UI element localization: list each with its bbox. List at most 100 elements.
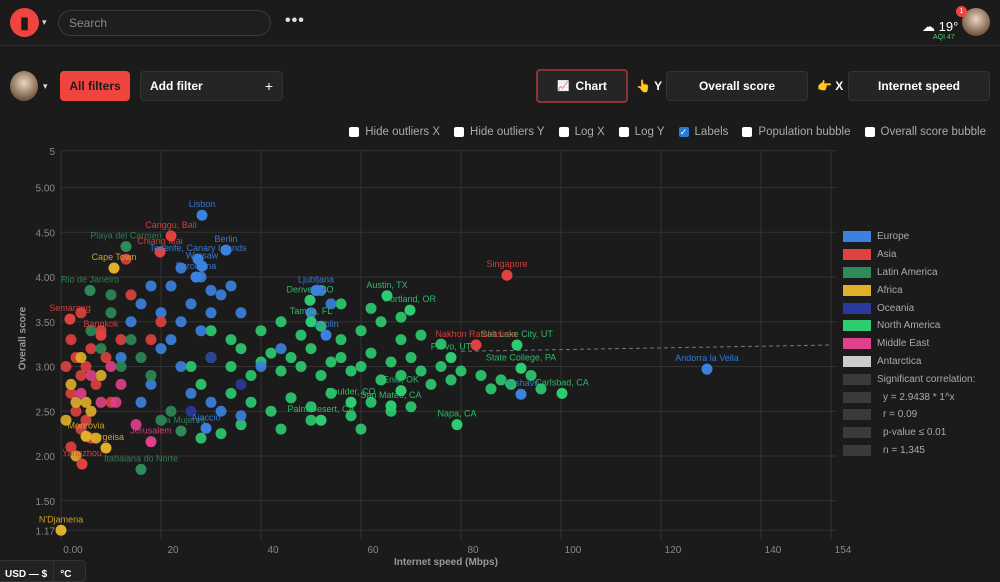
point-label: Ajaccio [191,412,220,422]
data-point [115,334,127,346]
point-label: Berlin [214,234,237,244]
data-point [100,442,112,454]
point-label: Andorra la Vella [675,353,739,363]
data-point [145,369,157,381]
weather-temperature[interactable]: ☁ 19° [922,19,958,35]
legend-item-oceania[interactable]: Oceania [843,299,975,317]
legend-item-north-america[interactable]: North America [843,317,975,335]
y-axis-select[interactable]: Overall score [666,71,808,101]
data-point [235,410,247,422]
all-filters-button[interactable]: All filters [60,71,130,101]
option-log-x[interactable]: Log X [558,126,605,138]
data-point [75,387,87,399]
y-tick-label: 4.50 [36,228,56,239]
option-hide-outliers-x[interactable]: Hide outliers X [349,126,440,138]
data-point [225,361,237,372]
legend-item-middle-east[interactable]: Middle East [843,335,975,353]
chevron-down-icon[interactable]: ▾ [42,17,47,28]
add-filter-button[interactable]: Add filter + [140,71,283,101]
data-point [196,209,208,221]
legend-item-asia[interactable]: Asia [843,246,975,264]
data-point [205,307,217,319]
data-point [275,423,287,435]
legend-swatch [843,409,871,421]
data-point [95,396,107,408]
point-label: Canggu, Bali [145,220,197,230]
logo-icon[interactable]: ▮ [10,8,39,37]
data-point [345,365,357,377]
legend-item-latin-america[interactable]: Latin America [843,264,975,282]
legend-label: Oceania [877,302,915,314]
data-point [245,369,257,381]
data-point [85,343,97,355]
data-point [310,284,322,296]
legend-swatch [843,355,871,367]
legend-item-antarctica[interactable]: Antarctica [843,353,975,371]
data-point [295,329,307,341]
data-point [115,361,127,372]
x-tick-label: 20 [167,545,179,556]
option-labels[interactable]: ✓ Labels [678,126,728,138]
checkbox[interactable] [454,127,465,137]
option-overall-score-bubble[interactable]: Overall score bubble [864,126,986,138]
y-tick-label: 5 [49,147,55,158]
checkbox[interactable]: ✓ [678,127,689,137]
legend-label: Middle East [877,338,930,350]
correlation-text: p-value ≤ 0.01 [883,427,947,439]
data-point [108,262,120,274]
data-point [355,325,367,337]
legend-item-africa[interactable]: Africa [843,281,975,299]
data-point [255,325,267,337]
chart-icon: 📈 [557,80,570,92]
data-point [95,343,107,355]
data-point [305,316,317,328]
legend-swatch [843,373,871,385]
point-label: Provo, UT [431,342,472,352]
legend-swatch [843,284,871,296]
data-point [195,325,207,337]
data-point [265,347,277,359]
chart-button[interactable]: 📈 Chart [536,69,628,103]
checkbox[interactable] [618,127,629,137]
correlation-stat: r = 0.09 [843,406,975,424]
data-point [215,428,227,440]
data-point [255,361,267,372]
correlation-stat: y = 2.9438 * 1^x [843,388,975,406]
point-label: N'Djamena [39,514,83,524]
data-point [320,329,332,341]
data-point [175,361,187,372]
option-log-y[interactable]: Log Y [618,126,665,138]
checkbox[interactable] [742,127,753,137]
data-point [125,316,137,328]
data-point [105,307,117,319]
checkbox[interactable] [864,127,875,137]
chevron-down-icon[interactable]: ▾ [43,81,48,92]
data-point [195,432,207,444]
data-point [285,352,297,364]
profile-avatar[interactable] [10,71,38,101]
data-point [315,414,327,426]
temperature-unit-button[interactable]: °C [54,561,77,581]
legend-item-europe[interactable]: Europe [843,228,975,246]
notification-badge[interactable]: 1 [956,6,967,17]
data-point [451,419,463,431]
option-population-bubble[interactable]: Population bubble [742,126,851,138]
search-input[interactable] [58,10,271,36]
y-label: Y [654,79,663,93]
point-label: Hargeisa [88,432,124,442]
legend-swatch [843,427,871,439]
data-point [205,284,217,296]
data-point [65,334,77,346]
checkbox[interactable] [558,127,569,137]
checkbox[interactable] [349,127,360,137]
x-tick-label: 40 [267,545,279,556]
more-button[interactable]: ••• [285,12,305,30]
option-hide-outliers-y[interactable]: Hide outliers Y [454,126,545,138]
data-point [95,329,107,341]
data-point [425,378,437,390]
currency-button[interactable]: USD — $ [0,561,55,581]
option-label: Hide outliers Y [470,126,545,138]
x-axis-select[interactable]: Internet speed [848,71,990,101]
x-tick-label: 80 [467,545,479,556]
data-point [335,352,347,364]
